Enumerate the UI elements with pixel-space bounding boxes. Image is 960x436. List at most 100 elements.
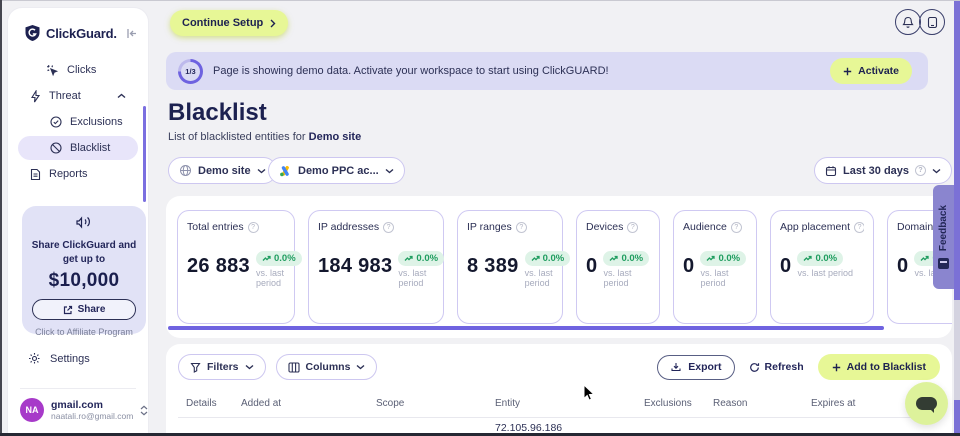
- info-icon[interactable]: ?: [516, 222, 527, 233]
- continue-setup-label: Continue Setup: [182, 17, 263, 29]
- export-button[interactable]: Export: [657, 355, 734, 380]
- cards-horizontal-scrollbar[interactable]: [168, 326, 884, 330]
- sidebar-item-reports[interactable]: Reports: [18, 162, 138, 186]
- activate-button-label: Activate: [858, 65, 899, 77]
- book-icon: [927, 16, 938, 29]
- feedback-tab[interactable]: Feedback: [933, 185, 954, 289]
- page-title: Blacklist: [168, 99, 267, 127]
- sidebar-item-threat[interactable]: Threat: [18, 84, 138, 108]
- activate-button[interactable]: Activate: [830, 58, 912, 84]
- user-account-row[interactable]: NA gmail.com naatali.ro@gmail.com: [20, 398, 138, 422]
- page-scrollbar-thumb[interactable]: [954, 0, 960, 300]
- page-scrollbar-thumb-lower[interactable]: [954, 400, 960, 436]
- column-header-exclusions[interactable]: Exclusions: [644, 398, 692, 409]
- sidebar-item-settings[interactable]: Settings: [28, 352, 90, 365]
- site-selector[interactable]: Demo site: [168, 157, 277, 184]
- vs-period-text: vs. last period: [700, 268, 747, 289]
- delta-value: 0.0%: [543, 253, 565, 264]
- ppc-account-selector[interactable]: Demo PPC ac...: [268, 157, 405, 184]
- filters-button[interactable]: Filters: [178, 354, 266, 380]
- column-header-details[interactable]: Details: [186, 398, 217, 409]
- sidebar-scrollbar-thumb[interactable]: [143, 106, 146, 202]
- calendar-icon: [825, 165, 837, 177]
- page-subtitle-site: Demo site: [309, 131, 362, 143]
- info-icon: ?: [915, 165, 926, 176]
- sidebar-item-clicks[interactable]: Clicks: [18, 58, 138, 82]
- export-button-label: Export: [688, 361, 721, 373]
- column-header-added-at[interactable]: Added at: [241, 398, 281, 409]
- notifications-button[interactable]: [895, 9, 921, 35]
- export-download-icon: [670, 361, 682, 373]
- settings-label: Settings: [50, 353, 90, 365]
- plus-icon: [843, 67, 852, 76]
- site-selector-value: Demo site: [198, 165, 251, 177]
- vs-period-text: vs. last period: [398, 268, 434, 289]
- affiliate-promo-card[interactable]: Share ClickGuard and get up to $10,000 S…: [22, 206, 146, 334]
- add-to-blacklist-label: Add to Blacklist: [847, 361, 926, 373]
- user-email: naatali.ro@gmail.com: [51, 411, 133, 421]
- delta-value: 0.0%: [718, 253, 740, 264]
- stat-value: 26 883: [187, 256, 250, 276]
- megaphone-icon: [75, 215, 93, 230]
- sidebar-item-label: Threat: [49, 90, 81, 102]
- info-icon[interactable]: ?: [627, 222, 638, 233]
- chevron-down-icon: [356, 364, 365, 370]
- feedback-chat-icon: [938, 258, 949, 269]
- sidebar-item-label: Exclusions: [70, 116, 123, 128]
- vs-period-text: vs. last period: [256, 268, 285, 289]
- table-toolbar: Filters Columns Export Refresh: [178, 354, 940, 380]
- delta-badge: 0.0%: [700, 251, 746, 266]
- table-row[interactable]: 72.105.96.186: [178, 418, 940, 430]
- brand-name: ClickGuard.: [46, 26, 117, 41]
- chevron-right-icon: [270, 19, 276, 28]
- stat-value: 184 983: [318, 256, 392, 276]
- refresh-button-label: Refresh: [765, 361, 804, 373]
- sidebar-item-blacklist[interactable]: Blacklist: [18, 136, 138, 160]
- delta-value: 0.0%: [815, 253, 837, 264]
- column-header-entity[interactable]: Entity: [495, 398, 520, 409]
- column-header-scope[interactable]: Scope: [376, 398, 404, 409]
- docs-button[interactable]: [919, 9, 945, 35]
- continue-setup-button[interactable]: Continue Setup: [170, 10, 288, 36]
- stat-value: 0: [897, 256, 908, 276]
- columns-button[interactable]: Columns: [276, 354, 378, 380]
- column-header-expires-at[interactable]: Expires at: [811, 398, 855, 409]
- delta-value: 0.0%: [416, 253, 438, 264]
- bell-icon: [902, 16, 914, 29]
- date-range-selector[interactable]: Last 30 days ?: [814, 157, 952, 184]
- lightning-icon: [30, 90, 41, 103]
- collapse-sidebar-icon[interactable]: [126, 28, 138, 39]
- table-header-row: Details Added at Scope Entity Exclusions…: [178, 398, 940, 412]
- date-range-value: Last 30 days: [843, 165, 909, 177]
- window-edge-left: [0, 0, 2, 436]
- stat-card-devices: Devices? 0 0.0% vs. last period: [576, 210, 660, 324]
- chat-widget-button[interactable]: [905, 382, 948, 425]
- promo-amount: $10,000: [29, 270, 139, 292]
- sidebar-item-exclusions[interactable]: Exclusions: [18, 110, 138, 134]
- stat-card-audience: Audience? 0 0.0% vs. last period: [673, 210, 757, 324]
- share-button[interactable]: Share: [32, 299, 136, 320]
- affiliate-link-text: Click to Affiliate Program: [29, 327, 139, 337]
- ppc-account-value: Demo PPC ac...: [298, 165, 379, 177]
- stats-cards-panel: Total entries? 26 883 0.0% vs. last peri…: [166, 196, 952, 338]
- page-subtitle: List of blacklisted entities for Demo si…: [168, 131, 361, 143]
- info-icon[interactable]: ?: [383, 222, 394, 233]
- add-to-blacklist-button[interactable]: Add to Blacklist: [818, 354, 940, 380]
- info-icon[interactable]: ?: [854, 222, 864, 233]
- refresh-button[interactable]: Refresh: [749, 361, 804, 373]
- sidebar-item-label: Clicks: [67, 64, 96, 76]
- delta-value: 0.0%: [621, 253, 643, 264]
- gear-icon: [28, 352, 41, 365]
- stat-label: Devices: [586, 221, 623, 233]
- chevron-down-icon: [932, 168, 941, 174]
- info-icon[interactable]: ?: [248, 222, 259, 233]
- column-header-reason[interactable]: Reason: [713, 398, 747, 409]
- google-ads-icon: [279, 165, 292, 177]
- sidebar-divider: [20, 388, 136, 389]
- stat-card-ip-addresses: IP addresses? 184 983 0.0% vs. last peri…: [308, 210, 444, 324]
- logo-row: ClickGuard.: [8, 8, 148, 56]
- chevron-down-icon: [385, 168, 394, 174]
- info-icon[interactable]: ?: [731, 222, 742, 233]
- click-cursor-icon: [46, 64, 59, 77]
- promo-text: Share ClickGuard and get up to: [29, 239, 139, 266]
